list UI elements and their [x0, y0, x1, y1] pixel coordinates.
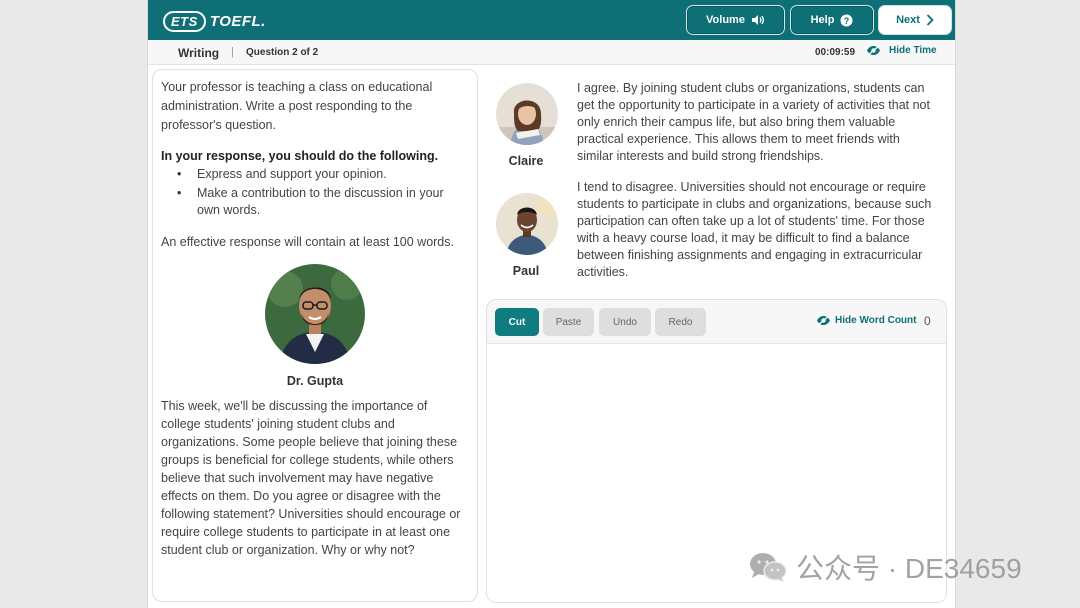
next-label: Next [896, 14, 920, 26]
professor-card: Dr. Gupta [161, 264, 469, 391]
watermark-text: 公众号 · DE34659 [796, 553, 1022, 584]
timer: 00:09:59 [815, 47, 856, 58]
next-button[interactable]: Next [878, 5, 952, 35]
eye-slash-icon [867, 45, 880, 56]
professor-name: Dr. Gupta [286, 374, 344, 388]
logo-ets: ETS [163, 10, 206, 32]
volume-label: Volume [706, 14, 745, 26]
toefl-app: ETS TOEFL. Volume Help ? Next Writing | … [147, 0, 956, 608]
help-label: Help [810, 14, 835, 26]
question-circle-icon: ? [840, 14, 853, 26]
ets-toefl-logo: ETS TOEFL. [163, 9, 266, 33]
hide-time-label: Hide Time [889, 45, 937, 56]
paste-button[interactable]: Paste [543, 308, 594, 336]
wechat-icon [750, 553, 787, 582]
instructions-list: Express and support your opinion. Make a… [161, 166, 469, 219]
paul-post: I tend to disagree. Universities should … [577, 180, 932, 279]
question-counter: Question 2 of 2 [246, 47, 319, 58]
claire-name: Claire [508, 154, 544, 168]
separator: | [231, 46, 234, 58]
logo-toefl: TOEFL. [209, 12, 266, 30]
instruction-item: Make a contribution to the discussion in… [177, 185, 469, 219]
redo-button[interactable]: Redo [655, 308, 706, 336]
student-paul: Paul [496, 193, 558, 278]
hide-word-count-label: Hide Word Count [835, 315, 917, 326]
word-count: 0 [924, 314, 931, 328]
chevron-right-icon [926, 14, 934, 26]
undo-button[interactable]: Undo [599, 308, 651, 336]
svg-text:?: ? [844, 16, 850, 26]
instruction-item: Express and support your opinion. [177, 166, 469, 183]
volume-button[interactable]: Volume [686, 5, 785, 35]
prompt-panel: Your professor is teaching a class on ed… [152, 69, 478, 602]
professor-text: This week, we'll be discussing the impor… [161, 399, 461, 557]
claire-post: I agree. By joining student clubs or org… [577, 81, 930, 163]
speaker-icon [751, 15, 764, 25]
sub-bar: Writing | Question 2 of 2 00:09:59 Hide … [148, 40, 955, 65]
editor-toolbar: Cut Paste Undo Redo Hide Word Count 0 [487, 300, 946, 344]
prompt-intro: Your professor is teaching a class on ed… [161, 80, 433, 132]
section-title: Writing [178, 46, 220, 60]
top-bar: ETS TOEFL. Volume Help ? Next [148, 0, 955, 40]
help-button[interactable]: Help ? [790, 5, 874, 35]
hide-word-count-button[interactable]: Hide Word Count [816, 315, 916, 326]
instructions-heading: In your response, you should do the foll… [161, 149, 439, 163]
paul-avatar [496, 193, 558, 255]
paul-name: Paul [512, 264, 540, 278]
eye-slash-icon [817, 315, 830, 326]
watermark: 公众号 · DE34659 [748, 547, 1022, 587]
claire-avatar [496, 83, 558, 145]
professor-avatar [265, 264, 365, 364]
cut-button[interactable]: Cut [495, 308, 539, 336]
length-note: An effective response will contain at le… [161, 235, 454, 249]
student-claire: Claire [496, 83, 558, 168]
hide-time-button[interactable]: Hide Time [866, 45, 937, 56]
